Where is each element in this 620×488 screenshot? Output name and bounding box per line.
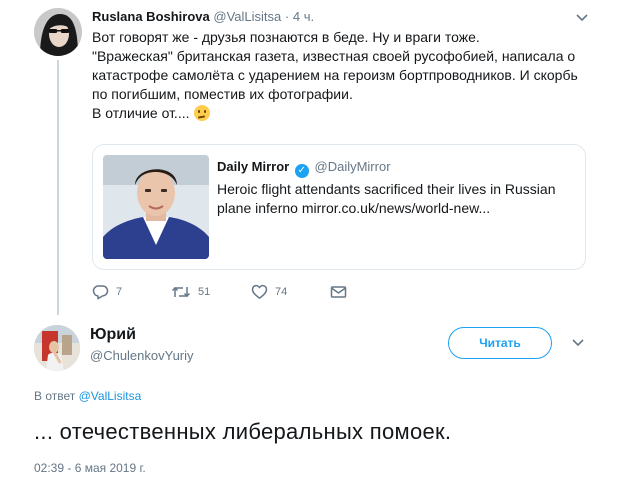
tweet-text-line-last: В отличие от.... (92, 105, 190, 121)
like-count: 74 (275, 286, 288, 298)
retweet-count: 51 (198, 286, 211, 298)
author-handle[interactable]: @ChulenkovYuriy (90, 348, 194, 363)
follow-button[interactable]: Читать (448, 327, 552, 359)
avatar-image (34, 325, 80, 371)
tweet-text-line: катастрофе самолёта с ударением на герои… (92, 67, 578, 83)
verified-badge-icon: ✓ (294, 164, 309, 178)
tweet-text-line: "Вражеская" британская газета, известная… (92, 48, 576, 64)
reply-count: 7 (116, 286, 123, 298)
chevron-down-icon[interactable] (570, 335, 586, 351)
tweet-text-line: по погибшим, поместив их фотографии. (92, 86, 353, 102)
chevron-down-icon[interactable] (574, 10, 590, 26)
tweet-text: Вот говорят же - друзья познаются в беде… (92, 28, 592, 123)
reply-mention-link[interactable]: @ValLisitsa (79, 389, 142, 403)
reply-tweet: Юрий @ChulenkovYuriy Читать В ответ @Val… (0, 315, 620, 488)
author-name[interactable]: Юрий (90, 326, 136, 344)
tweet-text-line: В отличие от.... (92, 104, 592, 123)
quoted-tweet-text: Heroic flight attendants sacrificed thei… (217, 180, 577, 218)
heart-icon (251, 284, 268, 299)
avatar[interactable] (34, 325, 80, 371)
original-tweet: Ruslana Boshirova @ValLisitsa · 4 ч. Вот… (0, 0, 620, 315)
tweet-header: Ruslana Boshirova @ValLisitsa · 4 ч. (92, 9, 314, 24)
quoted-tweet-card[interactable]: Daily Mirror ✓ @DailyMirror Heroic fligh… (92, 144, 586, 270)
reply-prefix: В ответ (34, 389, 76, 403)
direct-message-button[interactable] (330, 284, 347, 300)
avatar[interactable] (34, 8, 82, 56)
reply-button[interactable]: 7 (92, 284, 122, 300)
quoted-tweet-header: Daily Mirror ✓ @DailyMirror (217, 159, 391, 178)
separator: · (284, 9, 290, 24)
tweet-text: ... отечественных либеральных помоек. (34, 419, 452, 444)
quoted-text-line: Heroic flight attendants sacrificed thei… (217, 181, 556, 197)
thread-line (57, 60, 59, 315)
quoted-author-handle: @DailyMirror (314, 159, 391, 174)
retweet-button[interactable]: 51 (171, 284, 210, 300)
like-button[interactable]: 74 (251, 284, 287, 300)
avatar-image (34, 8, 82, 56)
reply-icon (92, 285, 109, 300)
thinking-face-icon (193, 105, 210, 121)
quoted-text-line: plane inferno mirror.co.uk/news/world-ne… (217, 200, 491, 216)
retweet-icon (171, 286, 191, 298)
tweet-time[interactable]: 4 ч. (293, 9, 314, 24)
envelope-icon (330, 286, 347, 298)
quoted-tweet-image (103, 155, 209, 259)
tweet-timestamp[interactable]: 02:39 - 6 мая 2019 г. (34, 461, 146, 475)
quoted-author-name: Daily Mirror (217, 159, 290, 174)
reply-context: В ответ @ValLisitsa (34, 389, 141, 403)
tweet-text-line: Вот говорят же - друзья познаются в беде… (92, 29, 480, 45)
author-name[interactable]: Ruslana Boshirova (92, 9, 210, 24)
author-handle[interactable]: @ValLisitsa (213, 9, 281, 24)
